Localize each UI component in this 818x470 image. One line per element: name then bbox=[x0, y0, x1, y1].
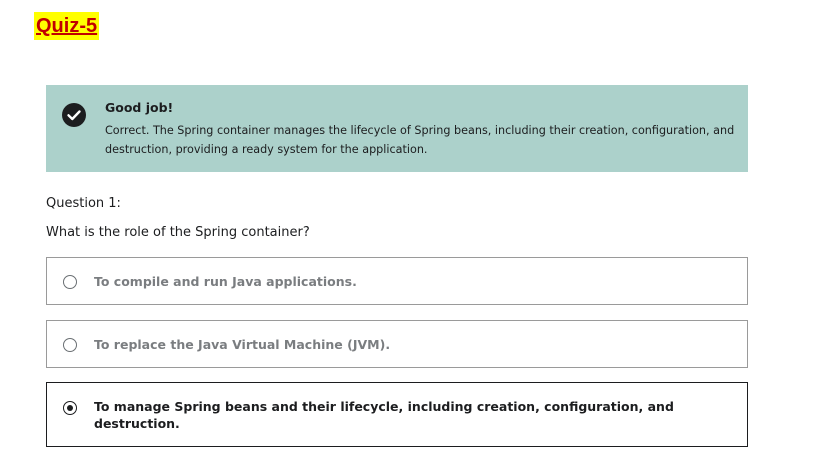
question-number: Question 1: bbox=[46, 196, 121, 211]
check-circle-icon bbox=[62, 103, 86, 127]
feedback-banner: Good job! Correct. The Spring container … bbox=[46, 85, 748, 172]
answer-option-label: To replace the Java Virtual Machine (JVM… bbox=[94, 337, 391, 352]
answer-option-label: To manage Spring beans and their lifecyc… bbox=[94, 399, 674, 431]
answer-option-label: To compile and run Java applications. bbox=[94, 274, 357, 289]
radio-button[interactable] bbox=[63, 275, 77, 289]
radio-button-selected[interactable] bbox=[63, 401, 77, 415]
answer-option-3[interactable]: To manage Spring beans and their lifecyc… bbox=[46, 382, 748, 447]
feedback-title: Good job! bbox=[105, 100, 174, 115]
radio-button[interactable] bbox=[63, 338, 77, 352]
answer-option-2[interactable]: To replace the Java Virtual Machine (JVM… bbox=[46, 320, 748, 368]
question-text: What is the role of the Spring container… bbox=[46, 225, 310, 240]
feedback-text: Correct. The Spring container manages th… bbox=[105, 124, 735, 156]
quiz-title: Quiz-5 bbox=[34, 12, 100, 40]
quiz-page: Quiz-5 Good job! Correct. The Spring con… bbox=[0, 0, 818, 470]
answer-option-1[interactable]: To compile and run Java applications. bbox=[46, 257, 748, 305]
